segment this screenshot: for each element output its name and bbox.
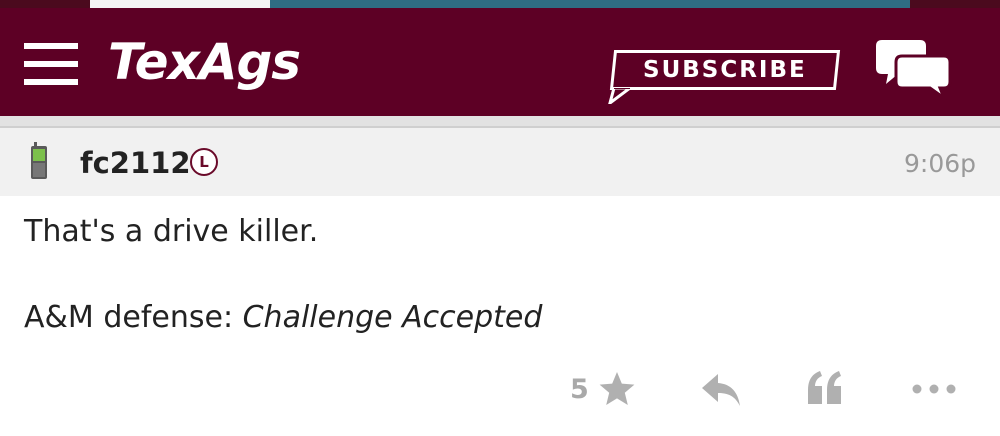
mobile-phone-icon bbox=[31, 142, 47, 179]
post-body-emphasis: Challenge Accepted bbox=[242, 300, 543, 335]
user-badge: L bbox=[190, 148, 218, 176]
subscribe-tail bbox=[608, 88, 632, 104]
quote-icon[interactable] bbox=[806, 370, 844, 406]
reply-icon[interactable] bbox=[700, 372, 742, 408]
post-body-line-2: A&M defense: Challenge Accepted bbox=[24, 298, 542, 338]
post-body-line-1: That's a drive killer. bbox=[24, 214, 319, 249]
texags-logo[interactable]: TexAgs bbox=[108, 32, 301, 92]
more-icon[interactable] bbox=[912, 384, 956, 394]
menu-icon[interactable] bbox=[24, 43, 78, 87]
chat-icon[interactable] bbox=[876, 36, 952, 100]
page: TexAgs SUBSCRIBE fc2112 L 9:06p That's a… bbox=[0, 0, 1000, 436]
post-body-line-2-prefix: A&M defense: bbox=[24, 300, 243, 335]
subscribe-button[interactable]: SUBSCRIBE bbox=[609, 50, 841, 90]
post-timestamp: 9:06p bbox=[903, 149, 976, 178]
top-content-strip bbox=[0, 0, 1000, 8]
star-icon[interactable] bbox=[598, 370, 636, 408]
post-actions: 5 bbox=[0, 362, 1000, 422]
site-header: TexAgs SUBSCRIBE bbox=[0, 8, 1000, 116]
star-count: 5 bbox=[570, 374, 589, 405]
header-separator bbox=[0, 116, 1000, 128]
subscribe-label: SUBSCRIBE bbox=[643, 57, 807, 83]
post-username[interactable]: fc2112 bbox=[80, 143, 191, 183]
